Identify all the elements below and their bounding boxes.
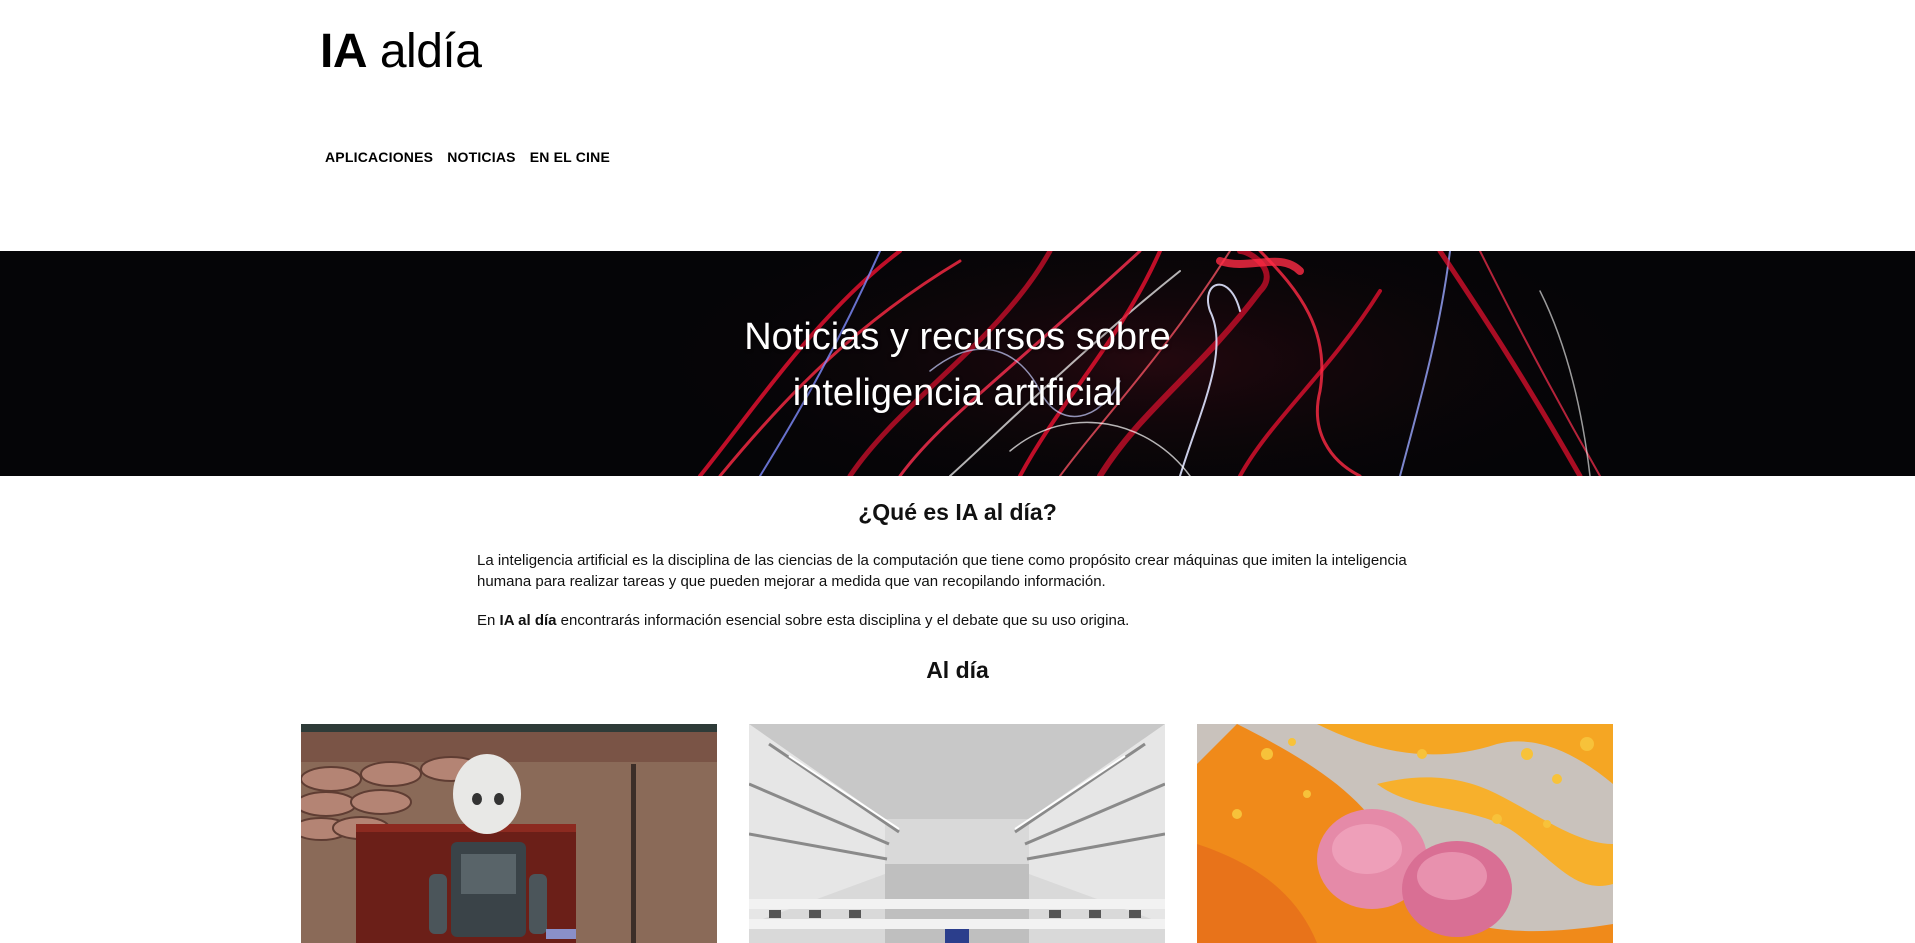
news-card-parliament[interactable]	[749, 724, 1165, 943]
news-heading: Al día	[926, 657, 989, 683]
news-card-abstract[interactable]	[1197, 724, 1613, 943]
brand-name: IA al día	[499, 612, 557, 629]
abstract-render	[1197, 724, 1613, 943]
hero-title-line-2: inteligencia artificial	[792, 372, 1123, 414]
nav-item-noticias[interactable]: NOTICIAS	[447, 148, 516, 166]
about-paragraph-2-suffix: encontrarás información esencial sobre e…	[560, 612, 1130, 629]
news-card-robot[interactable]	[301, 724, 717, 943]
logo-bold-text: IA	[320, 25, 368, 78]
site-header: IA aldía APLICACIONES NOTICIAS EN EL CIN…	[0, 0, 1915, 251]
nav-item-aplicaciones[interactable]: APLICACIONES	[325, 148, 433, 166]
nav-item-en-el-cine[interactable]: EN EL CINE	[530, 148, 610, 166]
about-paragraph-2-prefix: En	[477, 612, 496, 629]
robot-photo	[301, 724, 717, 943]
main-nav: APLICACIONES NOTICIAS EN EL CINE	[325, 148, 610, 166]
hero-banner: Noticias y recursos sobre inteligencia a…	[0, 251, 1915, 476]
hero-title: Noticias y recursos sobre inteligencia a…	[0, 309, 1915, 421]
site-logo[interactable]: IA aldía	[320, 24, 482, 80]
parliament-photo	[749, 724, 1165, 943]
about-paragraph-2: En IA al día encontrarás información ese…	[477, 610, 1439, 631]
about-heading: ¿Qué es IA al día?	[858, 499, 1057, 525]
hero-title-line-1: Noticias y recursos sobre	[744, 316, 1171, 358]
logo-light-text: aldía	[379, 25, 482, 78]
about-paragraph-1: La inteligencia artificial es la discipl…	[477, 552, 1407, 590]
about-text: La inteligencia artificial es la discipl…	[477, 550, 1439, 649]
